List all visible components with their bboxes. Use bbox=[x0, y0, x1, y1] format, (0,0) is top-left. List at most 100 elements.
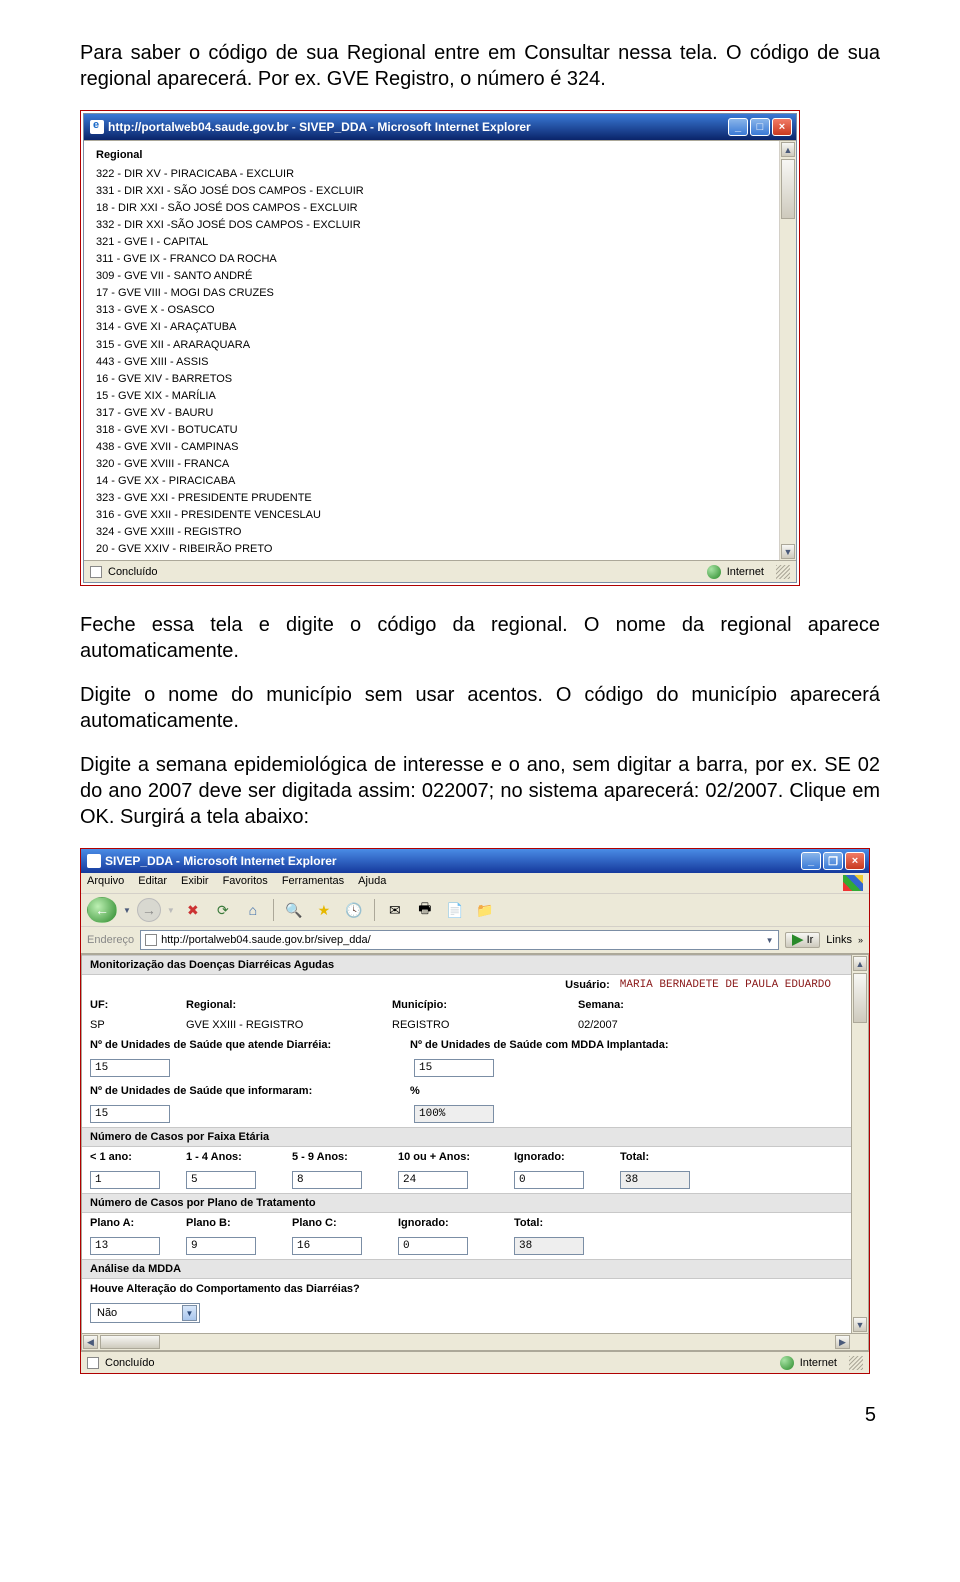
plano-v1[interactable]: 13 bbox=[90, 1237, 160, 1255]
search-button[interactable]: 🔍 bbox=[282, 899, 306, 921]
page-content: Monitorização das Doenças Diarréicas Agu… bbox=[81, 954, 852, 1334]
home-button[interactable]: ⌂ bbox=[241, 899, 265, 921]
list-item[interactable]: 443 - GVE XIII - ASSIS bbox=[96, 354, 775, 371]
faixa-v4[interactable]: 24 bbox=[398, 1171, 468, 1189]
horizontal-scrollbar[interactable]: ◀ ▶ bbox=[81, 1334, 869, 1351]
faixa-v1[interactable]: 1 bbox=[90, 1171, 160, 1189]
list-item[interactable]: 315 - GVE XII - ARARAQUARA bbox=[96, 337, 775, 354]
go-button[interactable]: Ir bbox=[785, 932, 821, 948]
status-done: Concluído bbox=[105, 1357, 155, 1369]
list-item[interactable]: 15 - GVE XIX - MARÍLIA bbox=[96, 388, 775, 405]
favorites-button[interactable]: ★ bbox=[312, 899, 336, 921]
menu-favoritos[interactable]: Favoritos bbox=[223, 875, 268, 891]
edit-button[interactable]: 📄 bbox=[443, 899, 467, 921]
list-item[interactable]: 18 - DIR XXI - SÃO JOSÉ DOS CAMPOS - EXC… bbox=[96, 200, 775, 217]
list-item[interactable]: 313 - GVE X - OSASCO bbox=[96, 302, 775, 319]
back-button[interactable]: ← bbox=[87, 897, 117, 923]
mail-button[interactable]: ✉ bbox=[383, 899, 407, 921]
list-item[interactable]: 20 - GVE XXIV - RIBEIRÃO PRETO bbox=[96, 541, 775, 558]
scroll-thumb[interactable] bbox=[781, 159, 795, 219]
faixa-h6: Total: bbox=[620, 1151, 710, 1163]
list-item[interactable]: 320 - GVE XVIII - FRANCA bbox=[96, 456, 775, 473]
menu-ferramentas[interactable]: Ferramentas bbox=[282, 875, 344, 891]
list-item[interactable]: 17 - GVE VIII - MOGI DAS CRUZES bbox=[96, 285, 775, 302]
plano-v3[interactable]: 16 bbox=[292, 1237, 362, 1255]
resize-grip-icon[interactable] bbox=[849, 1356, 863, 1370]
chevron-down-icon[interactable]: ▼ bbox=[182, 1305, 197, 1321]
faixa-v2[interactable]: 5 bbox=[186, 1171, 256, 1189]
section-main-title: Monitorização das Doenças Diarréicas Agu… bbox=[82, 955, 851, 975]
list-item[interactable]: 323 - GVE XXI - PRESIDENTE PRUDENTE bbox=[96, 490, 775, 507]
user-value: MARIA BERNADETE DE PAULA EDUARDO bbox=[620, 979, 831, 991]
list-item[interactable]: 14 - GVE XX - PIRACICABA bbox=[96, 473, 775, 490]
maximize-button[interactable]: □ bbox=[750, 118, 770, 136]
url-text: http://portalweb04.saude.gov.br/sivep_dd… bbox=[161, 934, 371, 946]
list-item[interactable]: 322 - DIR XV - PIRACICABA - EXCLUIR bbox=[96, 166, 775, 183]
ie-icon bbox=[90, 120, 104, 134]
menu-ajuda[interactable]: Ajuda bbox=[358, 875, 386, 891]
status-done: Concluído bbox=[108, 566, 158, 578]
scroll-down-icon[interactable]: ▼ bbox=[853, 1317, 867, 1332]
plano-h3: Plano C: bbox=[292, 1217, 392, 1229]
back-dropdown-icon[interactable]: ▼ bbox=[123, 906, 131, 915]
scroll-left-icon[interactable]: ◀ bbox=[83, 1335, 98, 1349]
resize-grip-icon[interactable] bbox=[776, 565, 790, 579]
history-button[interactable]: 🕓 bbox=[342, 899, 366, 921]
scroll-up-icon[interactable]: ▲ bbox=[781, 142, 795, 157]
list-item[interactable]: 321 - GVE I - CAPITAL bbox=[96, 234, 775, 251]
list-item[interactable]: 438 - GVE XVII - CAMPINAS bbox=[96, 439, 775, 456]
close-button[interactable]: × bbox=[845, 852, 865, 870]
scroll-up-icon[interactable]: ▲ bbox=[853, 956, 867, 971]
minimize-button[interactable]: _ bbox=[801, 852, 821, 870]
scroll-thumb[interactable] bbox=[100, 1335, 160, 1349]
list-item[interactable]: 324 - GVE XXIII - REGISTRO bbox=[96, 524, 775, 541]
plano-v4[interactable]: 0 bbox=[398, 1237, 468, 1255]
faixa-v3[interactable]: 8 bbox=[292, 1171, 362, 1189]
menu-editar[interactable]: Editar bbox=[138, 875, 167, 891]
unid-mdda-input[interactable]: 15 bbox=[414, 1059, 494, 1077]
url-dropdown-icon[interactable]: ▼ bbox=[766, 936, 774, 945]
list-item[interactable]: 314 - GVE XI - ARAÇATUBA bbox=[96, 319, 775, 336]
scroll-down-icon[interactable]: ▼ bbox=[781, 544, 795, 559]
vertical-scrollbar[interactable]: ▲ ▼ bbox=[779, 141, 796, 560]
list-item[interactable]: 16 - GVE XIV - BARRETOS bbox=[96, 371, 775, 388]
scroll-right-icon[interactable]: ▶ bbox=[835, 1335, 850, 1349]
ie-window: http://portalweb04.saude.gov.br - SIVEP_… bbox=[83, 113, 797, 583]
unid-atende-label: Nº de Unidades de Saúde que atende Diarr… bbox=[90, 1039, 400, 1051]
plano-v2[interactable]: 9 bbox=[186, 1237, 256, 1255]
menu-exibir[interactable]: Exibir bbox=[181, 875, 209, 891]
unid-atende-input[interactable]: 15 bbox=[90, 1059, 170, 1077]
discuss-button[interactable]: 📁 bbox=[473, 899, 497, 921]
list-item[interactable]: 316 - GVE XXII - PRESIDENTE VENCESLAU bbox=[96, 507, 775, 524]
vertical-scrollbar[interactable]: ▲ ▼ bbox=[852, 954, 869, 1334]
url-input[interactable]: http://portalweb04.saude.gov.br/sivep_dd… bbox=[140, 930, 778, 950]
links-chevron-icon[interactable]: » bbox=[858, 935, 863, 945]
faixa-h2: 1 - 4 Anos: bbox=[186, 1151, 286, 1163]
col-semana: Semana: bbox=[578, 999, 698, 1011]
analise-select[interactable]: Não ▼ bbox=[90, 1303, 200, 1323]
close-button[interactable]: × bbox=[772, 118, 792, 136]
list-item[interactable]: 318 - GVE XVI - BOTUCATU bbox=[96, 422, 775, 439]
analise-select-value: Não bbox=[97, 1307, 117, 1319]
forward-button[interactable]: → bbox=[137, 898, 161, 922]
stop-button[interactable]: ✖ bbox=[181, 899, 205, 921]
list-item[interactable]: 311 - GVE IX - FRANCO DA ROCHA bbox=[96, 251, 775, 268]
refresh-button[interactable]: ⟳ bbox=[211, 899, 235, 921]
links-label[interactable]: Links bbox=[826, 934, 852, 946]
menu-arquivo[interactable]: Arquivo bbox=[87, 875, 124, 891]
unid-inform-input[interactable]: 15 bbox=[90, 1105, 170, 1123]
list-item[interactable]: 309 - GVE VII - SANTO ANDRÉ bbox=[96, 268, 775, 285]
list-item[interactable]: 331 - DIR XXI - SÃO JOSÉ DOS CAMPOS - EX… bbox=[96, 183, 775, 200]
minimize-button[interactable]: _ bbox=[728, 118, 748, 136]
restore-button[interactable]: ❐ bbox=[823, 852, 843, 870]
screenshot-form: SIVEP_DDA - Microsoft Internet Explorer … bbox=[80, 848, 870, 1374]
internet-zone-icon bbox=[780, 1356, 794, 1370]
scroll-thumb[interactable] bbox=[853, 973, 867, 1023]
plano-h1: Plano A: bbox=[90, 1217, 180, 1229]
done-icon bbox=[90, 566, 102, 578]
print-button[interactable]: 🖶 bbox=[413, 899, 437, 921]
faixa-h3: 5 - 9 Anos: bbox=[292, 1151, 392, 1163]
list-item[interactable]: 317 - GVE XV - BAURU bbox=[96, 405, 775, 422]
list-item[interactable]: 332 - DIR XXI -SÃO JOSÉ DOS CAMPOS - EXC… bbox=[96, 217, 775, 234]
faixa-v5[interactable]: 0 bbox=[514, 1171, 584, 1189]
